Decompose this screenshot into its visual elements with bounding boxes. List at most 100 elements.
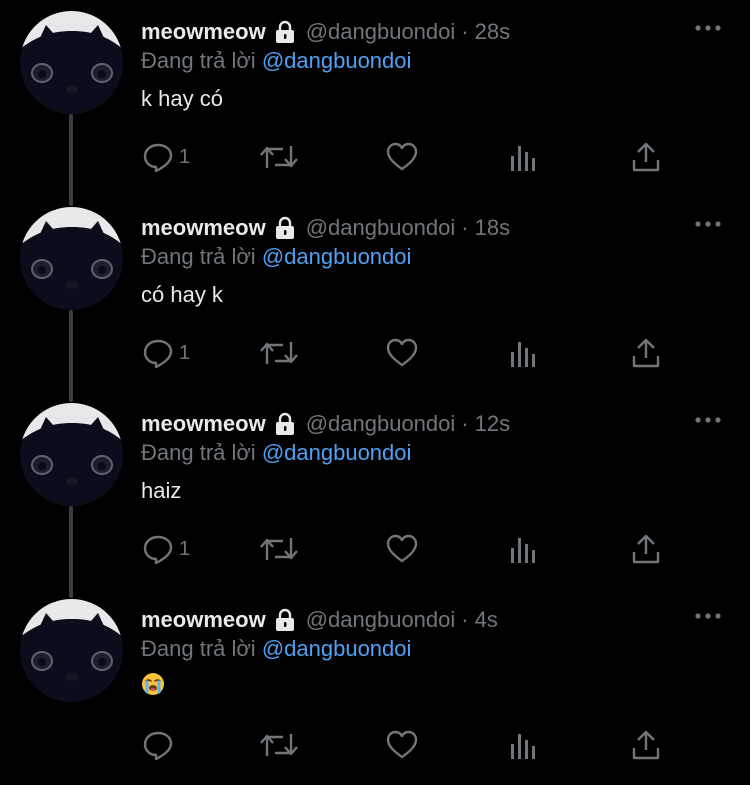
more-icon[interactable] (694, 606, 722, 626)
share-button[interactable] (631, 530, 661, 568)
replying-prefix: Đang trả lời (141, 440, 256, 465)
reply-button[interactable]: 1 (141, 138, 190, 176)
reply-button[interactable]: 1 (141, 334, 190, 372)
replying-to: Đang trả lời @dangbuondoi (141, 636, 411, 664)
share-button[interactable] (631, 334, 661, 372)
retweet-button[interactable] (259, 138, 299, 176)
like-button[interactable] (385, 334, 419, 372)
timestamp[interactable]: 12s (475, 411, 510, 437)
reply-icon (143, 339, 173, 369)
analytics-button[interactable] (509, 530, 539, 568)
tweet-thread: meowmeow @dangbuondoi · 28s Đang trả lời… (0, 0, 750, 785)
avatar[interactable] (20, 207, 123, 310)
replying-to: Đang trả lời @dangbuondoi (141, 48, 411, 76)
cat-avatar-icon (20, 403, 123, 506)
replying-prefix: Đang trả lời (141, 636, 256, 661)
share-icon (632, 142, 660, 172)
reply-button[interactable]: 1 (141, 530, 190, 568)
lock-icon (272, 19, 298, 45)
tweet-actions: 1 (141, 138, 681, 176)
reply-button[interactable] (141, 726, 179, 764)
display-name[interactable]: meowmeow (141, 19, 266, 45)
replying-prefix: Đang trả lời (141, 48, 256, 73)
handle[interactable]: @dangbuondoi (306, 215, 456, 241)
tweet[interactable]: meowmeow @dangbuondoi · 18s Đang trả lời… (0, 196, 750, 402)
retweet-icon (260, 146, 298, 168)
tweet-actions: 1 (141, 530, 681, 568)
tweet[interactable]: meowmeow @dangbuondoi · 12s Đang trả lời… (0, 392, 750, 598)
separator: · (461, 411, 469, 436)
analytics-button[interactable] (509, 138, 539, 176)
timestamp[interactable]: 18s (475, 215, 510, 241)
more-icon[interactable] (694, 18, 722, 38)
retweet-button[interactable] (259, 726, 299, 764)
tweet[interactable]: meowmeow @dangbuondoi · 28s Đang trả lời… (0, 0, 750, 206)
mention-link[interactable]: @dangbuondoi (262, 440, 412, 465)
handle[interactable]: @dangbuondoi (306, 19, 456, 45)
separator: · (461, 215, 469, 240)
display-name[interactable]: meowmeow (141, 215, 266, 241)
tweet-header: meowmeow @dangbuondoi · 18s (141, 212, 510, 244)
analytics-button[interactable] (509, 334, 539, 372)
avatar[interactable] (20, 11, 123, 114)
more-icon[interactable] (694, 410, 722, 430)
retweet-button[interactable] (259, 530, 299, 568)
timestamp[interactable]: 4s (475, 607, 498, 633)
loudly-crying-face-icon (141, 672, 165, 696)
tweet[interactable]: meowmeow @dangbuondoi · 4s Đang trả lời … (0, 588, 750, 784)
share-icon (632, 730, 660, 760)
analytics-icon (511, 734, 535, 759)
mention-link[interactable]: @dangbuondoi (262, 244, 412, 269)
reply-count: 1 (179, 537, 191, 560)
avatar[interactable] (20, 599, 123, 702)
mention-link[interactable]: @dangbuondoi (262, 636, 412, 661)
reply-icon (143, 535, 173, 565)
tweet-header: meowmeow @dangbuondoi · 4s (141, 604, 498, 636)
thread-line (69, 114, 73, 206)
cat-avatar-icon (20, 207, 123, 310)
replying-to: Đang trả lời @dangbuondoi (141, 244, 411, 272)
separator: · (461, 19, 469, 44)
lock-icon (272, 607, 298, 633)
analytics-icon (511, 146, 535, 171)
share-button[interactable] (631, 138, 661, 176)
display-name[interactable]: meowmeow (141, 607, 266, 633)
reply-icon (143, 731, 173, 761)
retweet-button[interactable] (259, 334, 299, 372)
like-button[interactable] (385, 530, 419, 568)
share-button[interactable] (631, 726, 661, 764)
share-icon (632, 338, 660, 368)
like-button[interactable] (385, 726, 419, 764)
analytics-button[interactable] (509, 726, 539, 764)
retweet-icon (260, 734, 298, 756)
reply-count: 1 (179, 145, 191, 168)
more-icon[interactable] (694, 214, 722, 234)
avatar[interactable] (20, 403, 123, 506)
share-icon (632, 534, 660, 564)
analytics-icon (511, 342, 535, 367)
tweet-text: haiz (141, 478, 182, 503)
analytics-icon (511, 538, 535, 563)
tweet-actions: 1 (141, 334, 681, 372)
timestamp[interactable]: 28s (475, 19, 510, 45)
like-icon (386, 534, 418, 563)
replying-to: Đang trả lời @dangbuondoi (141, 440, 411, 468)
lock-icon (272, 215, 298, 241)
handle[interactable]: @dangbuondoi (306, 607, 456, 633)
tweet-text: k hay có (141, 86, 223, 111)
replying-prefix: Đang trả lời (141, 244, 256, 269)
like-button[interactable] (385, 138, 419, 176)
retweet-icon (260, 342, 298, 364)
tweet-text: có hay k (141, 282, 223, 307)
handle[interactable]: @dangbuondoi (306, 411, 456, 437)
lock-icon (272, 411, 298, 437)
tweet-header: meowmeow @dangbuondoi · 12s (141, 408, 510, 440)
tweet-header: meowmeow @dangbuondoi · 28s (141, 16, 510, 48)
separator: · (461, 607, 469, 632)
reply-icon (143, 143, 173, 173)
mention-link[interactable]: @dangbuondoi (262, 48, 412, 73)
cat-avatar-icon (20, 11, 123, 114)
like-icon (386, 142, 418, 171)
cat-avatar-icon (20, 599, 123, 702)
display-name[interactable]: meowmeow (141, 411, 266, 437)
